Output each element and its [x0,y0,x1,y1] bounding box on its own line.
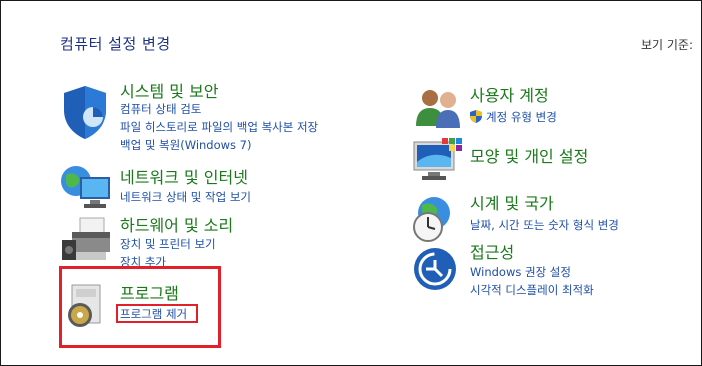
link-network-status[interactable]: 네트워크 상태 및 작업 보기 [120,189,251,205]
category-hardware-sound[interactable]: 하드웨어 및 소리 [120,216,233,236]
category-network-internet[interactable]: 네트워크 및 인터넷 [120,168,248,188]
network-globe-icon[interactable] [60,163,112,215]
appearance-monitor-icon[interactable] [412,136,462,190]
link-optimize-visual-display[interactable]: 시각적 디스플레이 최적화 [470,282,594,298]
category-user-accounts[interactable]: 사용자 계정 [470,86,549,106]
clock-globe-icon[interactable] [410,195,462,249]
view-by-label: 보기 기준: [641,38,694,52]
page-title: 컴퓨터 설정 변경 [60,35,171,53]
link-devices-printers[interactable]: 장치 및 프린터 보기 [120,236,216,252]
uninstall-highlight-box [116,304,198,323]
category-clock-region[interactable]: 시계 및 국가 [470,194,554,214]
printer-speaker-icon[interactable] [60,216,112,270]
link-date-time-format[interactable]: 날짜, 시간 또는 숫자 형식 변경 [470,217,619,233]
category-appearance[interactable]: 모양 및 개인 설정 [470,147,588,167]
uac-shield-icon [469,109,483,128]
shield-icon[interactable] [60,84,110,144]
category-ease-of-access[interactable]: 접근성 [470,243,514,263]
link-change-account-type[interactable]: 계정 유형 변경 [486,109,557,125]
link-backup-restore[interactable]: 백업 및 복원(Windows 7) [120,137,252,153]
ease-of-access-icon[interactable] [412,246,458,296]
link-check-computer-status[interactable]: 컴퓨터 상태 검토 [120,101,201,117]
user-accounts-icon[interactable] [414,86,464,134]
category-system-security[interactable]: 시스템 및 보안 [120,82,219,102]
link-windows-recommended-settings[interactable]: Windows 권장 설정 [470,264,571,280]
link-file-history-backup[interactable]: 파일 히스토리로 파일의 백업 복사본 저장 [120,119,318,135]
